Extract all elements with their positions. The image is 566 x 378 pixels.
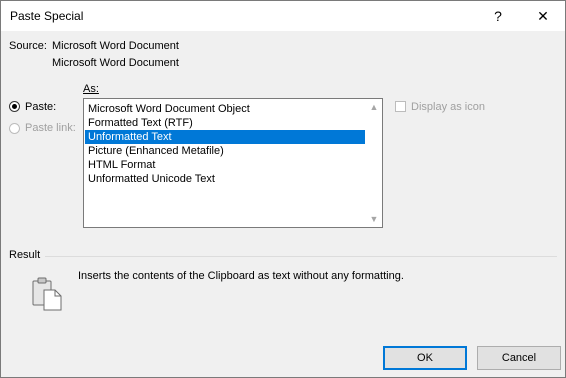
as-label: As: [83,83,99,95]
scroll-down-icon[interactable]: ▼ [366,211,382,227]
dialog-title: Paste Special [10,9,84,23]
clipboard-icon [32,277,62,311]
list-item-selected[interactable]: Unformatted Text [85,130,365,144]
paste-special-dialog: Paste Special ? ✕ Source: Microsoft Word… [0,0,566,378]
result-label: Result [9,249,41,261]
list-item[interactable]: HTML Format [85,158,365,172]
scroll-up-icon[interactable]: ▲ [366,99,382,115]
title-bar: Paste Special ? ✕ [1,1,565,31]
paste-as-listbox[interactable]: Microsoft Word Document Object Formatted… [83,98,383,228]
paste-radio[interactable] [9,101,20,112]
ok-button-label: OK [417,352,433,364]
source-value-2: Microsoft Word Document [52,57,179,69]
paste-radio-label[interactable]: Paste: [25,101,56,113]
cancel-button-label: Cancel [501,352,537,364]
listbox-scrollbar[interactable]: ▲ ▼ [366,99,382,227]
source-value-1: Microsoft Word Document [52,40,179,52]
paste-link-radio [9,123,20,134]
paste-link-radio-label: Paste link: [25,122,76,134]
source-label: Source: [9,40,47,52]
list-item[interactable]: Unformatted Unicode Text [85,172,365,186]
ok-button[interactable]: OK [383,346,467,370]
display-as-icon-checkbox [395,101,406,112]
list-item[interactable]: Formatted Text (RTF) [85,116,365,130]
result-description: Inserts the contents of the Clipboard as… [78,270,404,282]
list-item[interactable]: Microsoft Word Document Object [85,102,365,116]
help-button[interactable]: ? [476,1,520,31]
result-divider [45,256,557,257]
display-as-icon-label: Display as icon [411,101,485,113]
close-button[interactable]: ✕ [521,1,565,31]
list-item[interactable]: Picture (Enhanced Metafile) [85,144,365,158]
help-icon: ? [494,8,502,24]
cancel-button[interactable]: Cancel [477,346,561,370]
close-icon: ✕ [537,7,549,24]
